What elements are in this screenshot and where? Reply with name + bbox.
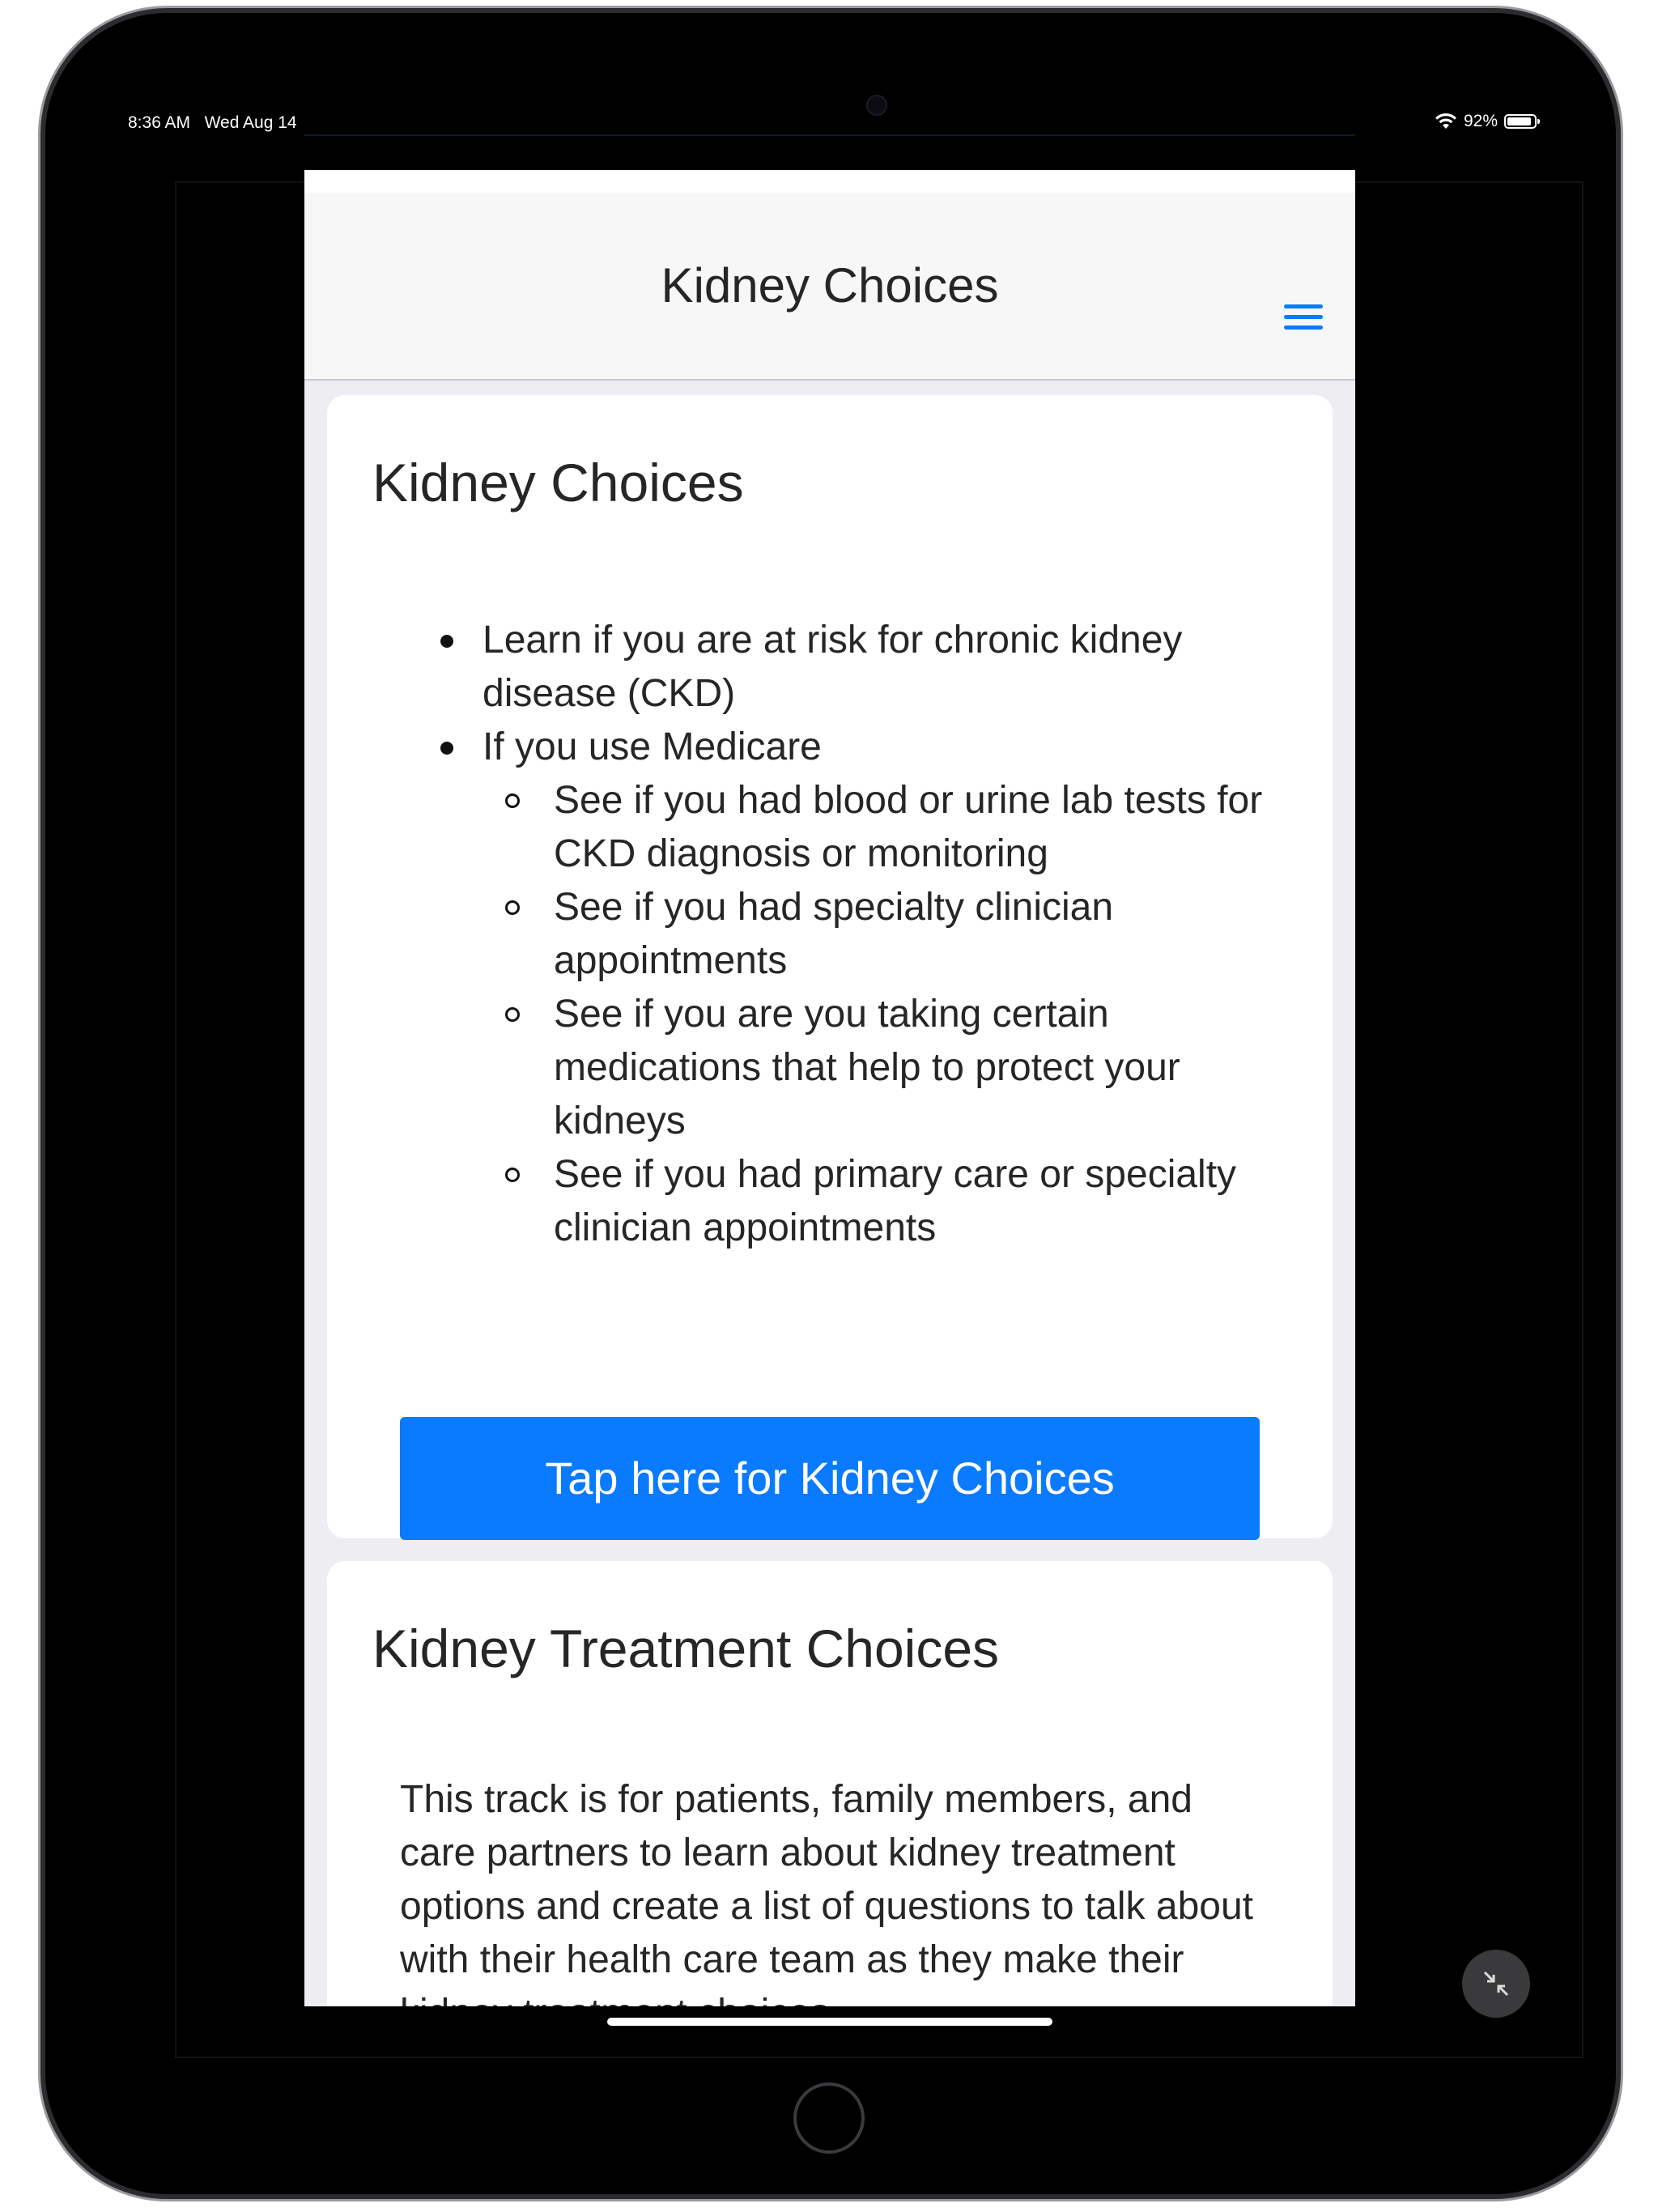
sublist-item: See if you had blood or urine lab tests … (505, 774, 1299, 881)
status-indicators: 92% (1435, 112, 1540, 131)
minimize-icon[interactable] (1462, 1950, 1530, 2018)
sublist-item: See if you are you taking certain medica… (505, 988, 1299, 1148)
sublist-item: See if you had specialty clinician appoi… (505, 881, 1299, 988)
status-date: Wed Aug 14 (204, 113, 297, 132)
battery-tip (1537, 119, 1540, 124)
kidney-choices-button[interactable]: Tap here for Kidney Choices (400, 1417, 1260, 1540)
status-bar: 8:36 AM Wed Aug 14 92% (128, 110, 1540, 138)
battery-icon (1504, 114, 1540, 129)
feature-list: Learn if you are at risk for chronic kid… (440, 614, 1299, 1255)
app-webview: Kidney Choices Kidney Choices Learn if y… (304, 170, 1355, 2006)
battery-percent: 92% (1463, 112, 1498, 130)
menu-line (1284, 304, 1323, 308)
status-time: 8:36 AM (128, 113, 191, 132)
kidney-treatment-choices-card: Kidney Treatment Choices This track is f… (327, 1561, 1333, 2006)
card-description: This track is for patients, family membe… (400, 1778, 1254, 2006)
home-button[interactable] (793, 2082, 865, 2154)
sublist-item: See if you had primary care or specialty… (505, 1148, 1299, 1255)
medicare-sublist: See if you had blood or urine lab tests … (440, 774, 1299, 1255)
home-indicator[interactable] (607, 2018, 1052, 2026)
card-title: Kidney Choices (372, 453, 744, 513)
nav-title: Kidney Choices (661, 258, 999, 313)
battery-fill (1507, 117, 1532, 125)
menu-line (1284, 325, 1323, 330)
list-item: Learn if you are at risk for chronic kid… (440, 614, 1299, 721)
navigation-bar: Kidney Choices (304, 193, 1355, 381)
kidney-choices-card: Kidney Choices Learn if you are at risk … (327, 395, 1333, 1540)
wifi-icon (1435, 113, 1456, 129)
list-item: If you use Medicare (440, 721, 1299, 774)
card-title: Kidney Treatment Choices (372, 1619, 1000, 1678)
status-divider (304, 134, 1355, 136)
menu-line (1284, 315, 1323, 319)
app-top-strip (304, 170, 1355, 193)
status-time-date: 8:36 AM Wed Aug 14 (128, 113, 297, 133)
collapse-arrows-icon (1483, 1971, 1509, 1997)
hamburger-menu-icon[interactable] (1281, 300, 1326, 335)
